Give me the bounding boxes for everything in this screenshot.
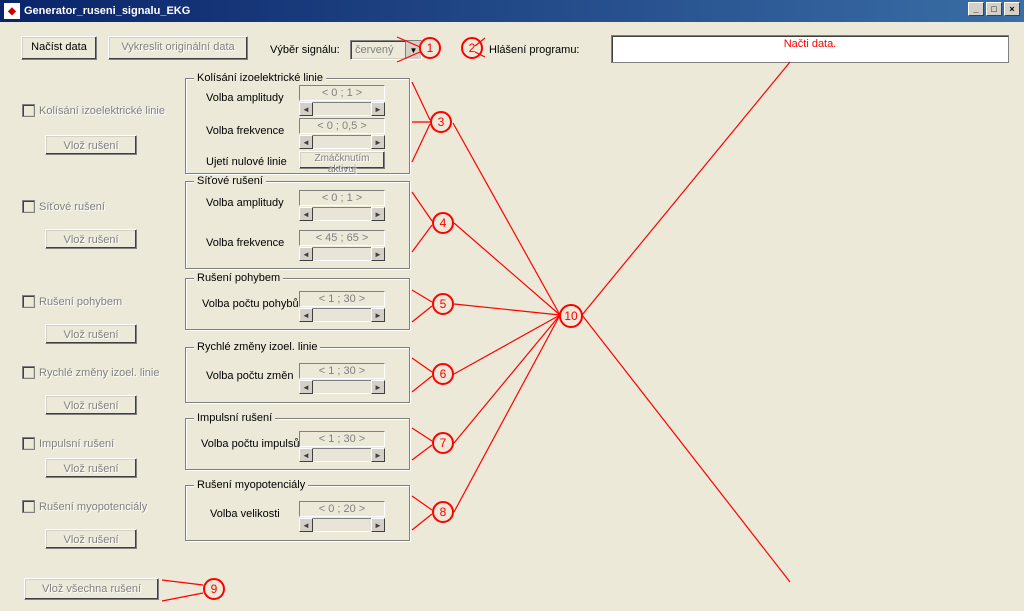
checkbox-box [22,500,35,513]
groupbox-title: Kolísání izoelektrické linie [194,72,326,84]
annotation-2: 2 [461,37,483,59]
close-button[interactable]: × [1004,2,1020,16]
insert-noise-baseline-button[interactable]: Vlož rušení [45,135,137,155]
range-display: < 0 ; 0,5 > [299,118,385,134]
fastchanges-checkbox[interactable]: Rychlé změny izoel. linie [22,366,159,379]
signal-select-dropdown[interactable]: červený ▼ [350,40,422,60]
annotation-5: 5 [432,293,454,315]
checkbox-label: Rušení pohybem [39,296,122,308]
insert-noise-fastchanges-button[interactable]: Vlož rušení [45,395,137,415]
annotation-1: 1 [419,37,441,59]
mains-frequency-range[interactable]: < 45 ; 65 > ◄► [299,230,385,261]
motion-group: Rušení pohybem Volba počtu pohybů < 1 ; … [185,278,410,330]
baseline-frequency-range[interactable]: < 0 ; 0,5 > ◄► [299,118,385,149]
app-icon: ◆ [4,3,20,19]
annotation-9: 9 [203,578,225,600]
range-display: < 0 ; 1 > [299,85,385,101]
program-message-label: Hlášení programu: [489,44,580,56]
mains-checkbox[interactable]: Síťové rušení [22,200,105,213]
move-count-label: Volba počtu pohybů [202,298,299,310]
range-display: < 1 ; 30 > [299,431,385,447]
checkbox-box [22,295,35,308]
checkbox-label: Rychlé změny izoel. linie [39,367,159,379]
client-area: Načíst data Vykreslit originální data Vý… [0,22,1024,611]
annotation-8: 8 [432,501,454,523]
myo-size-range[interactable]: < 0 ; 20 > ◄► [299,501,385,532]
groupbox-title: Rušení pohybem [194,272,283,284]
impulse-count-range[interactable]: < 1 ; 30 > ◄► [299,431,385,462]
checkbox-label: Rušení myopotenciály [39,501,147,513]
checkbox-label: Síťové rušení [39,201,105,213]
myo-group: Rušení myopotenciály Volba velikosti < 0… [185,485,410,541]
minimize-button[interactable]: _ [968,2,984,16]
range-display: < 0 ; 20 > [299,501,385,517]
motion-count-range[interactable]: < 1 ; 30 > ◄► [299,291,385,322]
signal-select-value: červený [355,44,394,56]
load-data-button[interactable]: Načíst data [21,36,97,60]
baseline-checkbox[interactable]: Kolísání izoelektrické linie [22,104,165,117]
message-box: Načti data. [611,35,1009,63]
groupbox-title: Rušení myopotenciály [194,479,308,491]
range-display: < 1 ; 30 > [299,363,385,379]
insert-noise-motion-button[interactable]: Vlož rušení [45,324,137,344]
size-label: Volba velikosti [210,508,280,520]
activate-press-button[interactable]: Zmáčknutím aktivuj [299,151,385,169]
frequency-label: Volba frekvence [206,125,284,137]
mains-group: Síťové rušení Volba amplitudy < 0 ; 1 > … [185,181,410,269]
mains-amplitude-range[interactable]: < 0 ; 1 > ◄► [299,190,385,221]
range-display: < 45 ; 65 > [299,230,385,246]
myo-checkbox[interactable]: Rušení myopotenciály [22,500,147,513]
window-titlebar: ◆ Generator_ruseni_signalu_EKG _ □ × [0,0,1024,22]
checkbox-box [22,104,35,117]
maximize-button[interactable]: □ [986,2,1002,16]
zero-line-label: Ujetí nulové linie [206,156,287,168]
motion-checkbox[interactable]: Rušení pohybem [22,295,122,308]
checkbox-box [22,366,35,379]
insert-noise-mains-button[interactable]: Vlož rušení [45,229,137,249]
groupbox-title: Síťové rušení [194,175,266,187]
annotation-3: 3 [430,111,452,133]
fastchanges-count-range[interactable]: < 1 ; 30 > ◄► [299,363,385,394]
frequency-label: Volba frekvence [206,237,284,249]
annotation-7: 7 [432,432,454,454]
insert-all-noise-button[interactable]: Vlož všechna rušení [24,578,159,600]
baseline-amplitude-range[interactable]: < 0 ; 1 > ◄► [299,85,385,116]
amplitude-label: Volba amplitudy [206,197,284,209]
checkbox-box [22,437,35,450]
message-text: Načti data. [784,38,837,50]
impulse-count-label: Volba počtu impulsů [201,438,299,450]
signal-select-label: Výběr signálu: [270,44,340,56]
window-title: Generator_ruseni_signalu_EKG [24,5,190,17]
baseline-group: Kolísání izoelektrické linie Volba ampli… [185,78,410,174]
insert-noise-impulse-button[interactable]: Vlož rušení [45,458,137,478]
impulse-checkbox[interactable]: Impulsní rušení [22,437,114,450]
plot-original-button[interactable]: Vykreslit originální data [108,36,248,60]
groupbox-title: Impulsní rušení [194,412,275,424]
checkbox-label: Kolísání izoelektrické linie [39,105,165,117]
range-display: < 1 ; 30 > [299,291,385,307]
checkbox-label: Impulsní rušení [39,438,114,450]
annotation-6: 6 [432,363,454,385]
change-count-label: Volba počtu změn [206,370,293,382]
fastchanges-group: Rychlé změny izoel. linie Volba počtu zm… [185,347,410,403]
annotation-10: 10 [559,304,583,328]
amplitude-label: Volba amplitudy [206,92,284,104]
annotation-4: 4 [432,212,454,234]
groupbox-title: Rychlé změny izoel. linie [194,341,320,353]
checkbox-box [22,200,35,213]
insert-noise-myo-button[interactable]: Vlož rušení [45,529,137,549]
range-display: < 0 ; 1 > [299,190,385,206]
impulse-group: Impulsní rušení Volba počtu impulsů < 1 … [185,418,410,470]
